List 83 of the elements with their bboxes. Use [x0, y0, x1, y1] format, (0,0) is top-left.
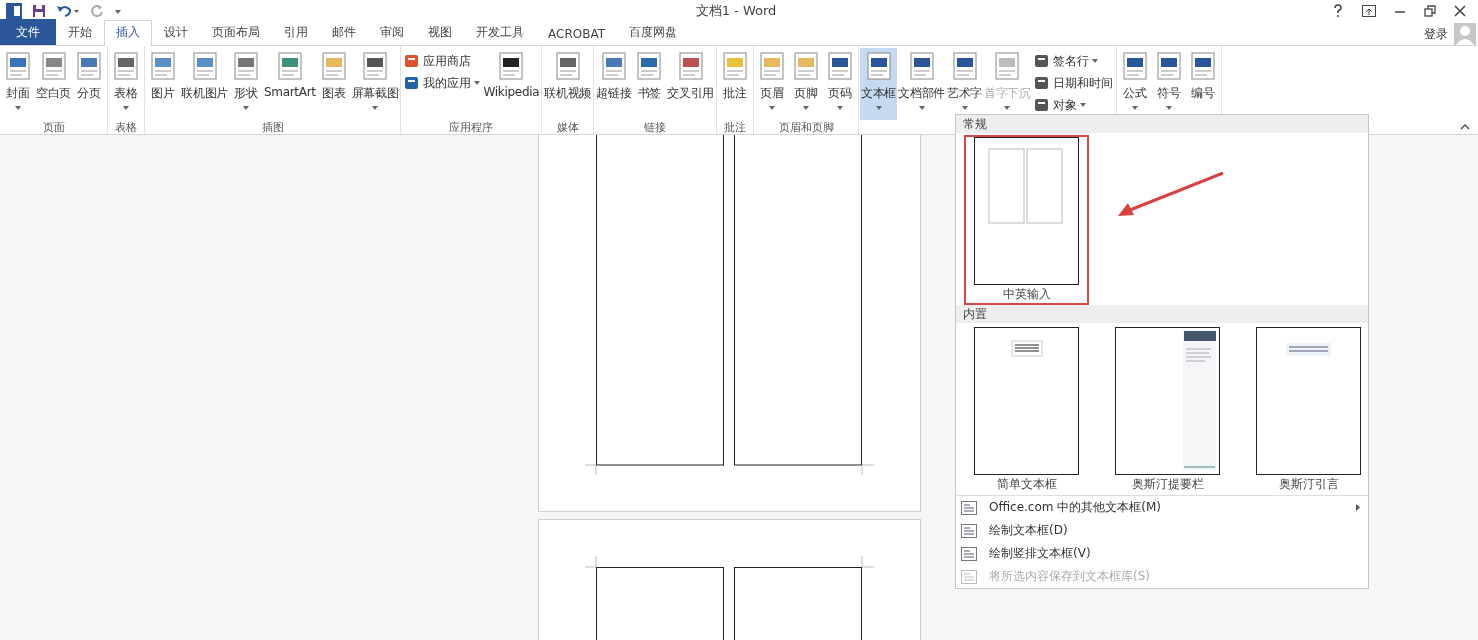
ribbon-button[interactable]: 页眉: [755, 48, 790, 120]
group-label: 插图: [260, 120, 285, 136]
caret-icon: [1091, 59, 1098, 63]
group-label: 媒体: [555, 120, 580, 136]
ribbon-tab[interactable]: 页面布局: [200, 20, 272, 45]
ribbon-button[interactable]: 超链接: [595, 48, 633, 120]
caret-icon: [1004, 106, 1011, 110]
ribbon-button[interactable]: 文本框: [860, 48, 898, 120]
caret-icon: [1165, 106, 1172, 110]
gallery-item[interactable]: 奥斯汀提要栏: [1105, 325, 1230, 495]
ribbon-button[interactable]: 日期和时间: [1033, 74, 1113, 92]
ribbon-button[interactable]: 对象: [1033, 96, 1113, 114]
ribbon-tab[interactable]: 开发工具: [464, 20, 536, 45]
ribbon-button[interactable]: 书签: [632, 48, 667, 120]
menu-item[interactable]: 绘制文本框(D): [956, 519, 1368, 542]
caret-icon: [1131, 106, 1138, 110]
group-label: 表格: [114, 120, 139, 136]
word-logo-icon: [6, 3, 22, 19]
group-label: 链接: [643, 120, 668, 136]
ribbon-tab[interactable]: 文件: [0, 19, 56, 45]
section-header: 内置: [956, 305, 1368, 323]
ribbon-button[interactable]: SmartArt: [262, 48, 317, 120]
ribbon-button[interactable]: 表格: [109, 48, 144, 120]
ribbon-button[interactable]: 联机视频: [543, 48, 593, 120]
ribbon-button[interactable]: 签名行: [1033, 52, 1113, 70]
ribbon-button[interactable]: 图表: [316, 48, 351, 120]
ribbon-display-icon[interactable]: [1362, 5, 1376, 17]
ribbon-tab[interactable]: 引用: [272, 20, 320, 45]
ribbon-tab[interactable]: 审阅: [368, 20, 416, 45]
ribbon-button[interactable]: 分页: [72, 48, 107, 120]
ribbon-button[interactable]: 形状: [228, 48, 263, 120]
gallery-item[interactable]: 奥斯汀引言: [1246, 325, 1368, 495]
ribbon-tab[interactable]: 插入: [104, 20, 152, 46]
gallery-item[interactable]: 简单文本框: [964, 325, 1089, 495]
ribbon-button[interactable]: 批注: [718, 48, 753, 120]
ribbon-button[interactable]: 页脚: [789, 48, 824, 120]
ribbon-tab[interactable]: 设计: [152, 20, 200, 45]
menu-item[interactable]: Office.com 中的其他文本框(M): [956, 496, 1368, 519]
undo-icon[interactable]: [56, 4, 80, 18]
close-icon[interactable]: [1454, 5, 1466, 17]
gallery-item[interactable]: 中英输入: [964, 135, 1089, 305]
sign-in-link[interactable]: 登录: [1424, 25, 1448, 43]
group-label: 批注: [723, 120, 748, 136]
ribbon-tab[interactable]: 邮件: [320, 20, 368, 45]
ribbon-tab[interactable]: 开始: [56, 20, 104, 45]
help-icon[interactable]: [1332, 4, 1344, 18]
caret-icon: [123, 106, 130, 110]
ribbon-button[interactable]: 屏幕截图: [350, 48, 400, 120]
group-label: 应用程序: [448, 120, 495, 136]
window-title: 文档1 - Word: [695, 2, 777, 20]
submenu-arrow-icon: [1356, 504, 1360, 511]
ribbon-button[interactable]: 我的应用: [404, 74, 481, 92]
ribbon-button[interactable]: 空白页: [35, 48, 73, 120]
ribbon-button[interactable]: 页码: [823, 48, 858, 120]
ribbon-tab[interactable]: 百度网盘: [617, 20, 689, 45]
ribbon-button[interactable]: 封面: [1, 48, 35, 120]
ribbon-button[interactable]: 交叉引用: [666, 48, 716, 120]
caret-icon: [242, 106, 249, 110]
section-header: 常规: [956, 115, 1368, 133]
caret-icon: [769, 106, 776, 110]
caret-icon: [875, 106, 882, 110]
group-label: 页面: [41, 120, 66, 136]
caret-icon: [961, 106, 968, 110]
caret-icon: [837, 106, 844, 110]
customize-caret-icon[interactable]: [114, 7, 122, 15]
ribbon-button[interactable]: Wikipedia: [482, 48, 541, 120]
caret-icon: [918, 106, 925, 110]
caret-icon: [1079, 103, 1086, 107]
restore-icon[interactable]: [1424, 5, 1436, 17]
collapse-ribbon-icon[interactable]: [1460, 124, 1470, 130]
group-label: 页眉和页脚: [777, 120, 835, 136]
caret-icon: [803, 106, 810, 110]
ribbon-tab[interactable]: 视图: [416, 20, 464, 45]
ribbon-button[interactable]: 联机图片: [180, 48, 229, 120]
caret-icon: [15, 106, 21, 110]
ribbon-tab[interactable]: ACROBAT: [536, 23, 617, 45]
save-icon[interactable]: [32, 4, 46, 18]
menu-item[interactable]: 绘制竖排文本框(V): [956, 542, 1368, 565]
ribbon-button[interactable]: 图片: [146, 48, 181, 120]
ribbon-button[interactable]: 应用商店: [404, 52, 481, 70]
caret-icon: [372, 106, 379, 110]
ribbon-button[interactable]: 文档部件: [897, 48, 946, 120]
caret-icon: [474, 81, 481, 85]
